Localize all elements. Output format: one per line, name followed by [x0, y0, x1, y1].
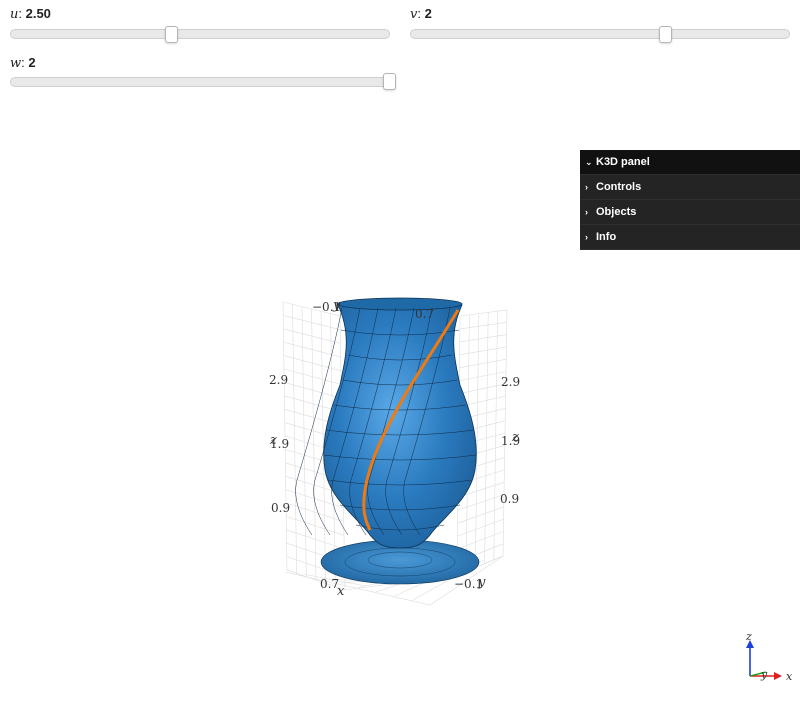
- tick-label-top-x: 0.7: [415, 307, 434, 321]
- tick-label-left-z: 0.9: [271, 501, 290, 515]
- tick-label-right-z: 2.9: [501, 375, 520, 389]
- axis-label-y-top: y: [332, 298, 341, 313]
- triad-label-y: y: [760, 668, 768, 681]
- orientation-triad: z y x: [745, 630, 793, 683]
- triad-label-x: x: [786, 670, 793, 683]
- axis-label-y-bottom: y: [477, 575, 486, 590]
- plot-canvas[interactable]: 2.9 1.9 0.9 2.9 1.9 0.9 −0.1 0.7 0.7 −0.…: [0, 0, 800, 725]
- tick-label-left-z: 2.9: [269, 373, 288, 387]
- tick-label-right-z: 0.9: [500, 492, 519, 506]
- axis-label-z-left: z: [269, 433, 277, 448]
- axis-label-z-right: z: [511, 430, 519, 445]
- axis-label-x-bottom: x: [337, 584, 345, 599]
- triad-label-z: z: [745, 630, 752, 643]
